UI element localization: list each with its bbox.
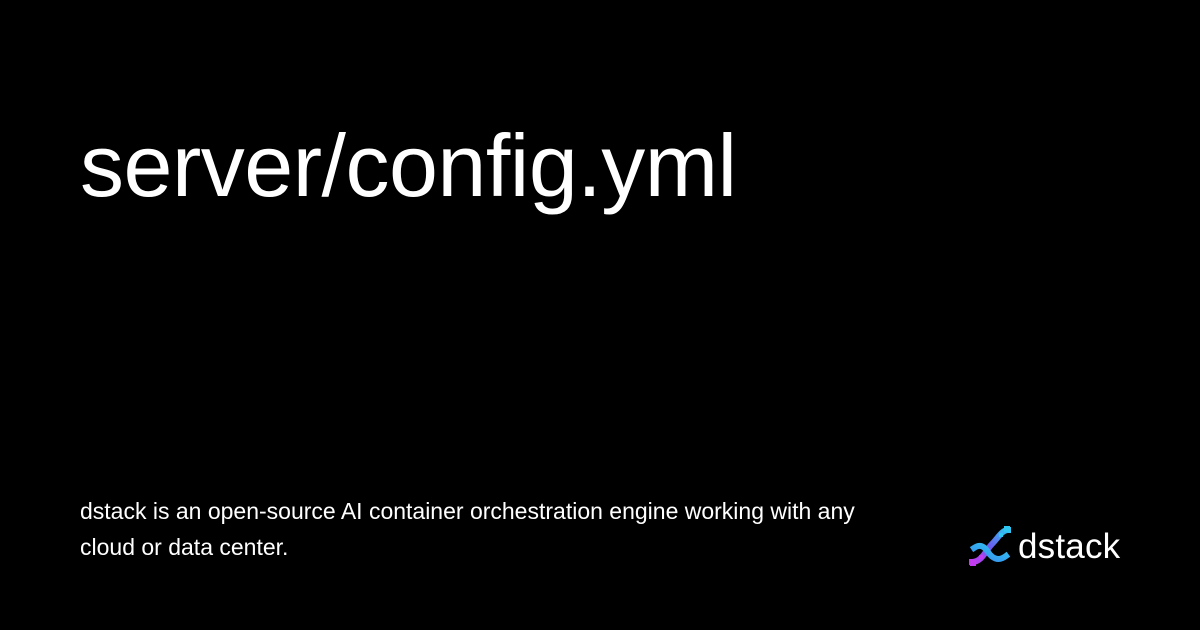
brand-logo-lockup: dstack xyxy=(966,518,1120,574)
page-title: server/config.yml xyxy=(80,116,737,215)
site-description: dstack is an open-source AI container or… xyxy=(80,498,855,560)
social-card: server/config.yml dstack is an open-sour… xyxy=(0,0,1200,630)
dna-helix-icon xyxy=(968,526,1012,566)
brand-name: dstack xyxy=(1018,526,1121,566)
